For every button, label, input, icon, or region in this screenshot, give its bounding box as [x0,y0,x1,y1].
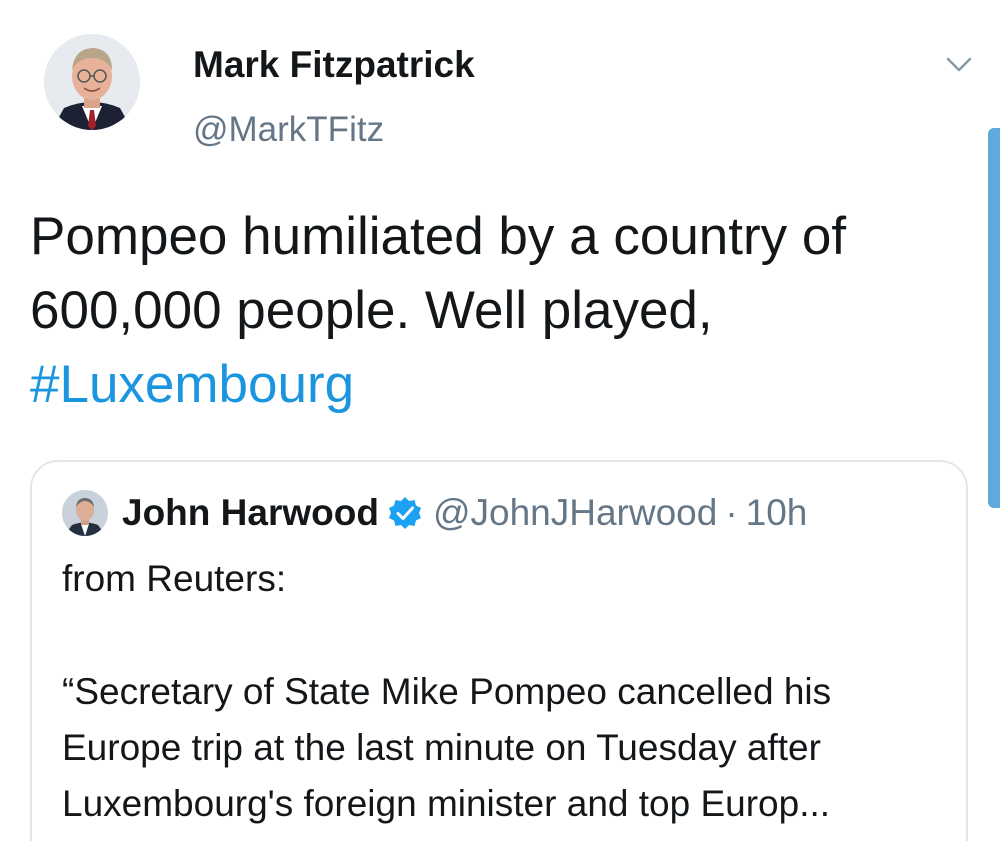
author-avatar[interactable] [44,34,140,130]
tweet-text-body: Pompeo humiliated by a country of 600,00… [30,207,847,340]
verified-badge-icon [388,497,421,529]
quoted-tweet-timestamp[interactable]: 10h [746,488,808,538]
tweet-text: Pompeo humiliated by a country of 600,00… [30,200,960,422]
quoted-tweet-intro: from Reuters: [62,558,287,599]
quoted-tweet-card[interactable]: John Harwood @JohnJHarwood · 10h from Re… [30,460,968,841]
scroll-indicator [988,128,1000,508]
quoted-tweet-body: “Secretary of State Mike Pompeo cancelle… [62,671,832,824]
quoted-author-avatar-image [62,490,108,536]
author-name[interactable]: Mark Fitzpatrick [193,44,475,86]
author-avatar-image [44,34,140,130]
quoted-author-handle[interactable]: @JohnJHarwood [433,488,717,538]
separator-dot: · [725,492,738,533]
quoted-tweet-header: John Harwood @JohnJHarwood · 10h [122,488,807,538]
author-handle[interactable]: @MarkTFitz [193,110,384,150]
quoted-author-name[interactable]: John Harwood [122,488,379,538]
chevron-down-icon[interactable] [945,56,973,74]
hashtag-link[interactable]: #Luxembourg [30,355,354,414]
quoted-author-avatar[interactable] [62,490,108,536]
